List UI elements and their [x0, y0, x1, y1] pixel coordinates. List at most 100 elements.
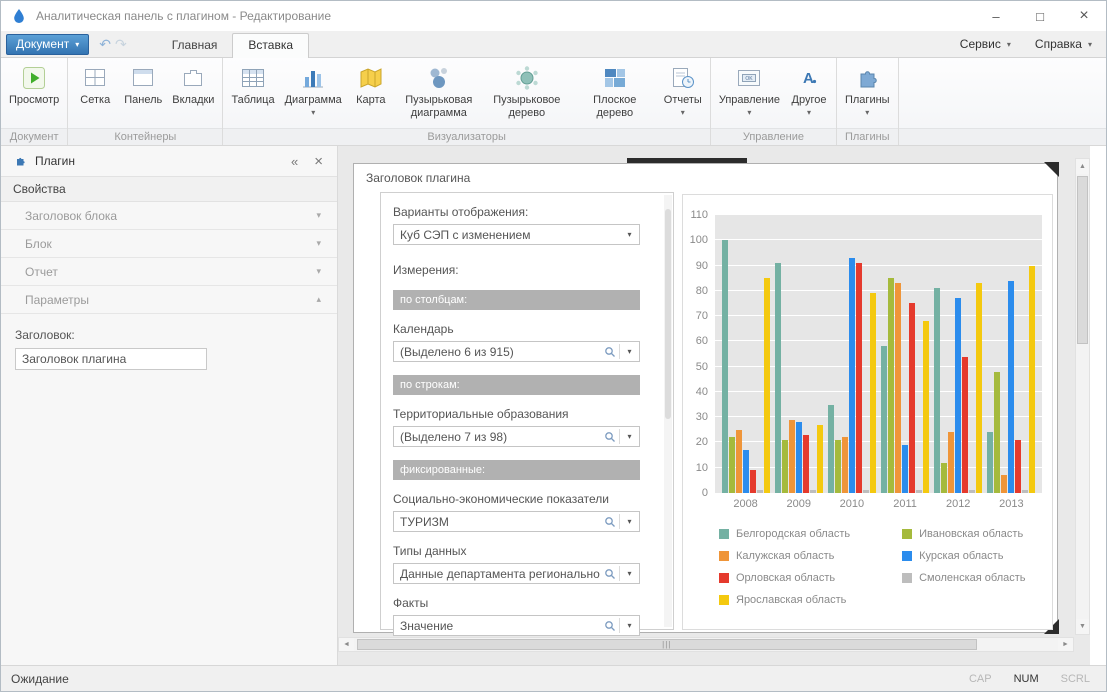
sidebar-item[interactable]: Заголовок блока▾ [1, 202, 337, 230]
scroll-down-icon[interactable]: ▼ [1076, 619, 1089, 634]
search-icon[interactable] [600, 512, 619, 531]
combo-dropdown-button[interactable]: ▾ [620, 564, 639, 583]
combo-dropdown-button[interactable]: ▾ [620, 512, 639, 531]
ribbon-button[interactable]: Сетка [71, 61, 119, 107]
combo-dropdown-button[interactable]: ▾ [620, 342, 639, 361]
selection-handle-top[interactable] [627, 158, 747, 163]
dropdown-arrow-icon: ▾ [627, 347, 631, 356]
vertical-scroll-track[interactable] [1076, 174, 1089, 619]
ribbon-button[interactable]: AДругое▾ [785, 61, 833, 117]
x-tick-label: 2010 [828, 493, 876, 510]
scroll-right-icon[interactable]: ► [1058, 638, 1073, 651]
bar [817, 425, 823, 493]
ribbon-button[interactable]: Таблица [226, 61, 279, 107]
combo-value: (Выделено 6 из 915) [394, 345, 600, 359]
ribbon-button-label: Сетка [80, 94, 110, 107]
combo-dropdown-button[interactable]: ▾ [620, 427, 639, 446]
section-bar: по строкам: [393, 375, 640, 395]
app-icon [11, 8, 27, 24]
document-menu-button[interactable]: Документ ▾ [6, 34, 89, 55]
ribbon-button[interactable]: Пузырьковое дерево [483, 61, 571, 119]
legend-label: Курская область [919, 550, 1003, 562]
legend-label: Ивановская область [919, 528, 1023, 540]
ribbon-button[interactable]: Просмотр [4, 61, 64, 107]
horizontal-scroll-track[interactable]: ||| [354, 638, 1058, 651]
close-panel-button[interactable]: × [314, 153, 323, 170]
combo-box[interactable]: Куб СЭП с изменением▾ [393, 224, 640, 245]
canvas-vertical-scrollbar[interactable]: ▲ ▼ [1075, 158, 1090, 635]
ribbon-button[interactable]: Отчеты▾ [659, 61, 707, 117]
plugin-editor-window[interactable]: Заголовок плагина Варианты отображения:К… [353, 163, 1058, 633]
bar [782, 440, 788, 493]
x-tick-label: 2011 [881, 493, 929, 510]
form-scrollbar-thumb[interactable] [665, 209, 671, 419]
combo-box[interactable]: Данные департамента региональной эк ▾ [393, 563, 640, 584]
sidebar-title: Плагин [35, 154, 291, 168]
status-flags: CAPNUMSCRL [969, 673, 1090, 685]
minimize-button[interactable]: – [974, 1, 1018, 31]
ribbon-button[interactable]: Карта [347, 61, 395, 107]
vertical-scroll-thumb[interactable] [1077, 176, 1088, 344]
close-button[interactable]: × [1062, 1, 1106, 31]
combo-box[interactable]: (Выделено 6 из 915) ▾ [393, 341, 640, 362]
combo-box[interactable]: (Выделено 7 из 98)▾ [393, 426, 640, 447]
panel-icon [128, 63, 158, 93]
canvas-horizontal-scrollbar[interactable]: ◄ ||| ► [338, 637, 1074, 652]
titlebar: Аналитическая панель с плагином - Редакт… [1, 1, 1106, 31]
tab[interactable]: Вставка [232, 33, 309, 58]
ribbon-button[interactable]: Пузырьковая диаграмма [395, 61, 483, 119]
bar [888, 278, 894, 493]
y-tick-label: 40 [696, 386, 708, 398]
ribbon-button[interactable]: Плоское дерево [571, 61, 659, 119]
combo-dropdown-button[interactable]: ▾ [620, 225, 639, 244]
bar [842, 437, 848, 493]
combo-dropdown-button[interactable]: ▾ [620, 616, 639, 635]
x-tick-label: 2013 [987, 493, 1035, 510]
status-flag-num: NUM [1014, 673, 1039, 685]
search-icon[interactable] [600, 342, 619, 361]
ribbon-button[interactable]: Вкладки [167, 61, 219, 107]
collapse-panel-button[interactable]: « [291, 154, 298, 169]
combo-value: Данные департамента региональной эк [394, 567, 600, 581]
ribbon-button[interactable]: Панель [119, 61, 167, 107]
y-tick-label: 70 [696, 310, 708, 322]
bar [856, 263, 862, 493]
chart-plot [715, 215, 1042, 493]
ribbon-button-label: Вкладки [172, 94, 214, 107]
menu-item[interactable]: Сервис▾ [960, 37, 1011, 51]
form-scrollbar[interactable] [664, 195, 672, 627]
combo-box[interactable]: Значение ▾ [393, 615, 640, 636]
sidebar-item[interactable]: Блок▾ [1, 230, 337, 258]
bar [994, 372, 1000, 493]
bar [729, 437, 735, 493]
menu-item[interactable]: Справка▾ [1035, 37, 1092, 51]
search-icon[interactable] [600, 427, 619, 446]
ribbon-button[interactable]: Диаграмма▾ [280, 61, 347, 117]
plugin-title-input[interactable] [15, 348, 207, 370]
bar [743, 450, 749, 493]
ribbon-group-label: Плагины [837, 128, 898, 145]
ribbon-button[interactable]: OKУправление▾ [714, 61, 785, 117]
bar-group [775, 215, 823, 493]
bar [1029, 266, 1035, 493]
scroll-left-icon[interactable]: ◄ [339, 638, 354, 651]
undo-button[interactable]: ↶ [99, 36, 111, 53]
bar [870, 293, 876, 493]
sidebar-item[interactable]: Отчет▾ [1, 258, 337, 286]
ribbon-button-label: Просмотр [9, 94, 59, 107]
search-icon[interactable] [600, 616, 619, 635]
search-icon[interactable] [600, 564, 619, 583]
horizontal-scroll-thumb[interactable]: ||| [357, 639, 977, 650]
combo-value: Значение [394, 619, 600, 633]
ribbon-button[interactable]: Плагины▾ [840, 61, 895, 117]
scroll-up-icon[interactable]: ▲ [1076, 159, 1089, 174]
combo-value: ТУРИЗМ [394, 515, 600, 529]
sidebar-item[interactable]: Параметры▴ [1, 286, 337, 314]
tab[interactable]: Главная [157, 34, 233, 57]
combo-box[interactable]: ТУРИЗМ ▾ [393, 511, 640, 532]
status-text: Ожидание [11, 672, 969, 686]
maximize-button[interactable]: □ [1018, 1, 1062, 31]
redo-button[interactable]: ↷ [115, 36, 127, 53]
legend-label: Орловская область [736, 572, 835, 584]
dropdown-arrow-icon: ▾ [1088, 40, 1092, 49]
